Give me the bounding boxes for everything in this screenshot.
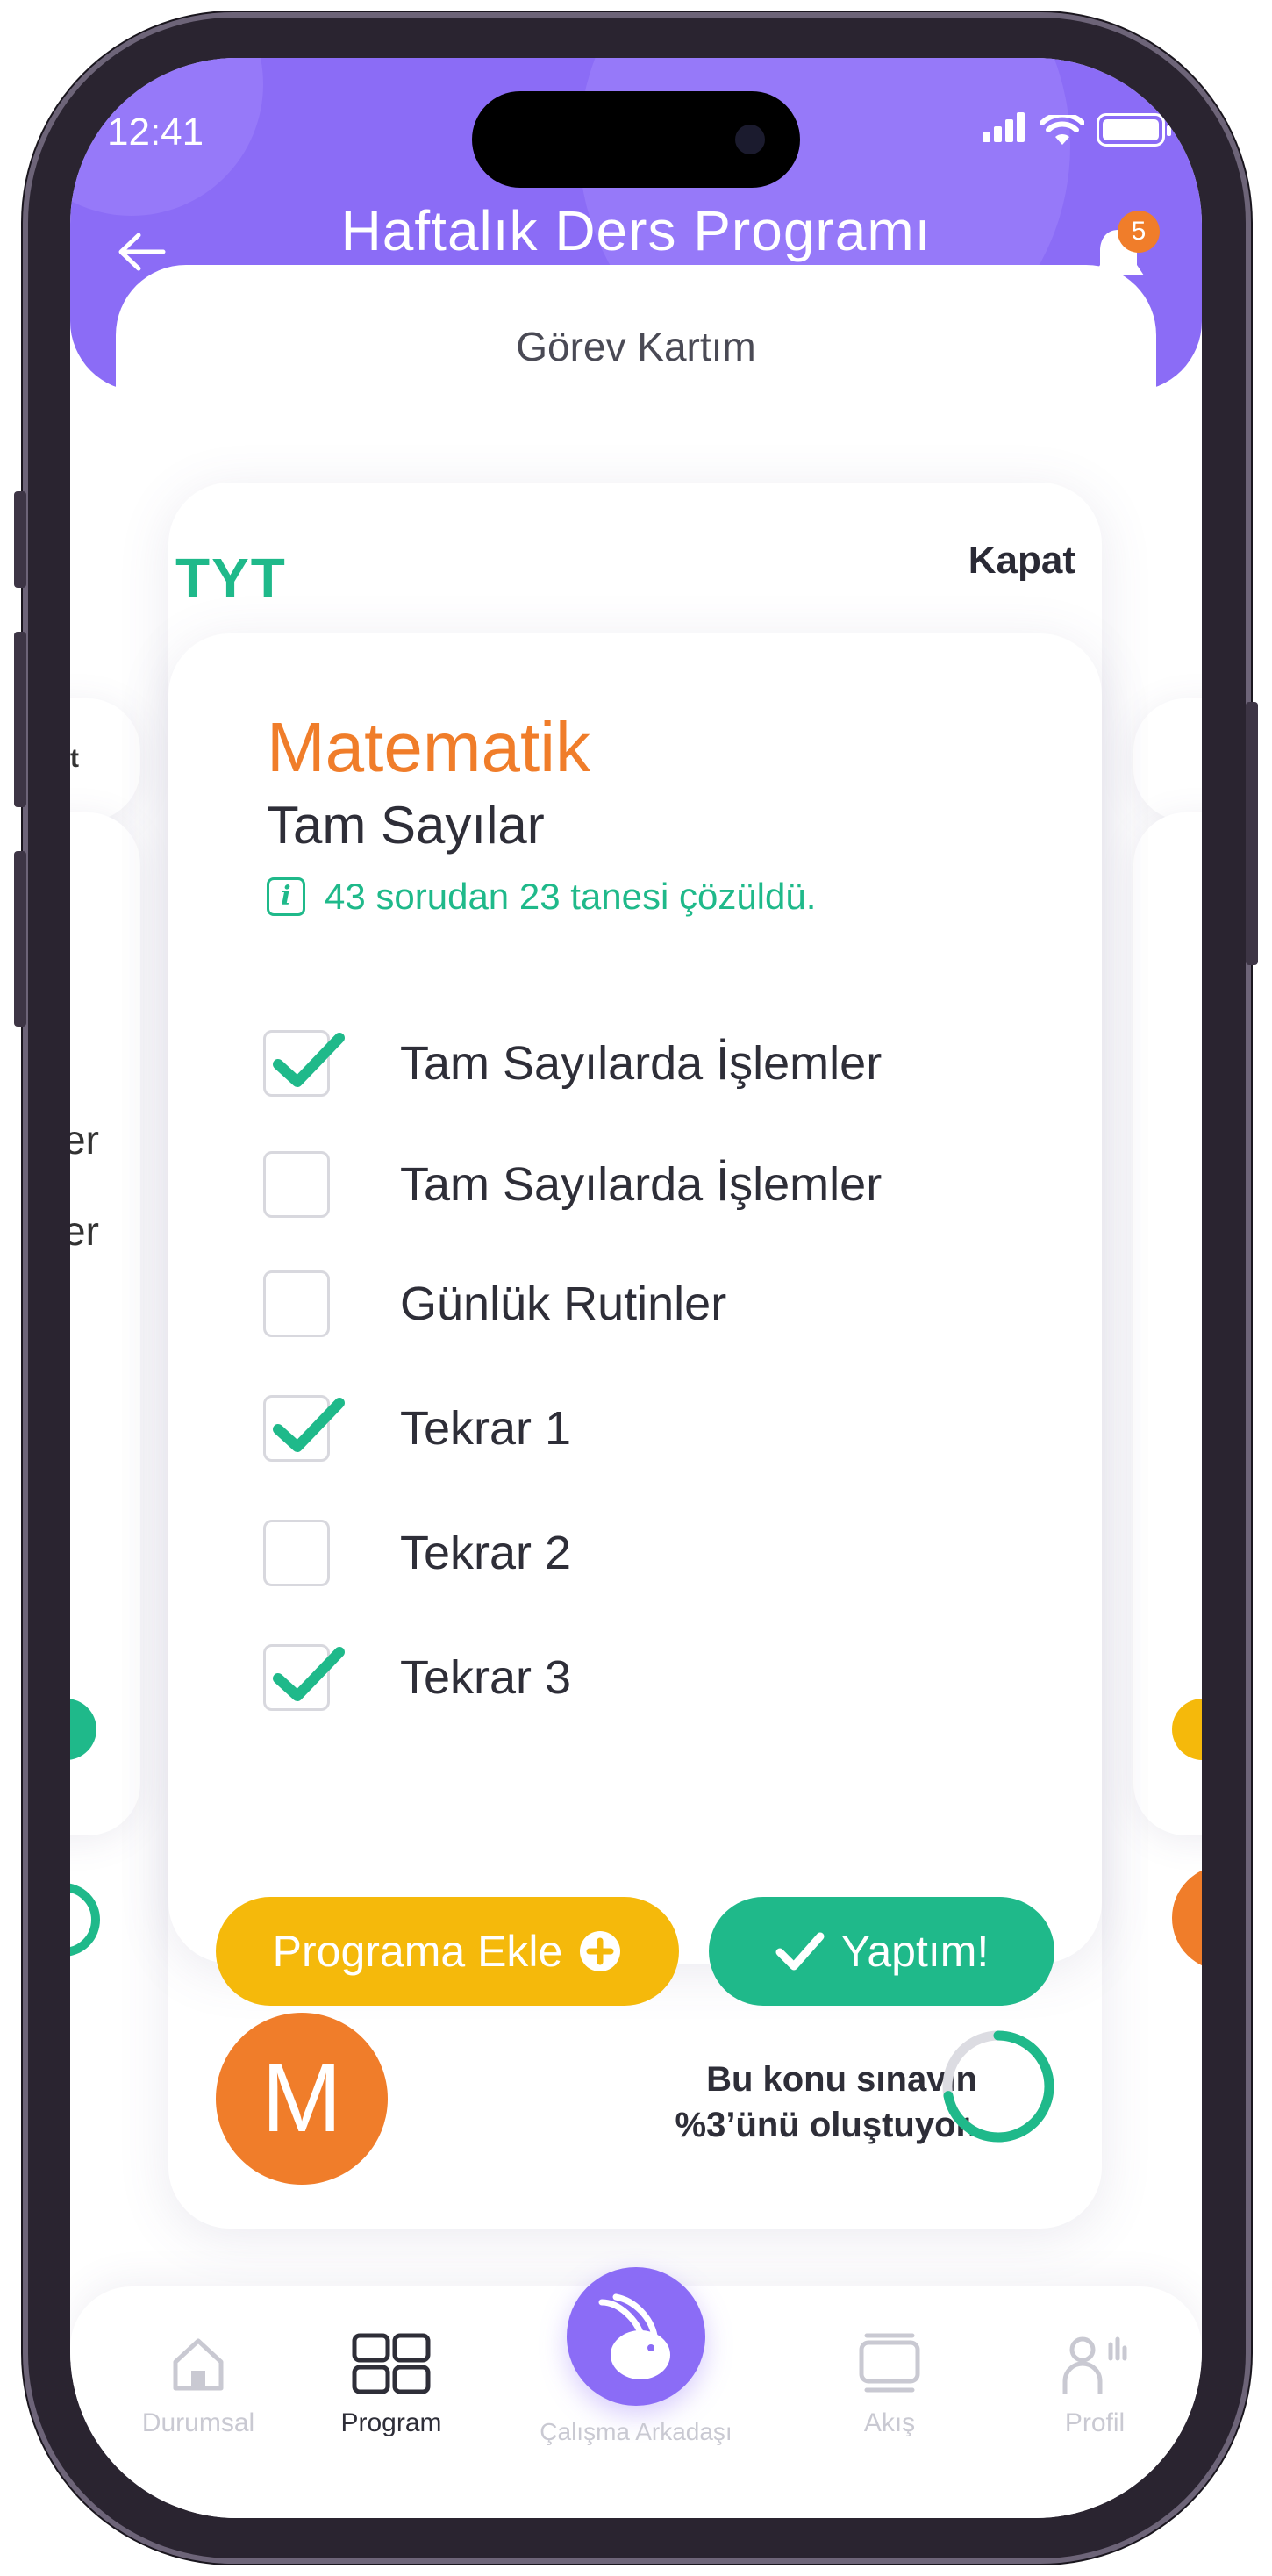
topic-title: Tam Sayılar — [267, 796, 545, 855]
task-item[interactable]: Tekrar 3 — [263, 1642, 571, 1713]
done-button[interactable]: Yaptım! — [709, 1897, 1054, 2006]
done-label: Yaptım! — [840, 1927, 990, 1976]
status-icons — [983, 112, 1171, 147]
page-title: Haftalık Ders Programı — [340, 199, 932, 262]
task-checkbox[interactable] — [263, 1520, 330, 1586]
profile-icon — [1062, 2336, 1127, 2394]
phone-side-button — [1246, 702, 1258, 965]
plus-circle-icon — [580, 1931, 621, 1971]
check-icon — [273, 1647, 345, 1701]
check-icon — [273, 1033, 345, 1087]
status-time: 12:41 — [107, 111, 204, 154]
progress-info-text: 43 sorudan 23 tanesi çözüldü. — [325, 876, 817, 917]
task-item[interactable]: Tekrar 2 — [263, 1518, 571, 1588]
task-label: Tekrar 1 — [400, 1402, 572, 1455]
task-item[interactable]: Günlük Rutinler — [263, 1269, 726, 1339]
exam-share-line: %3’ünü oluştuyor. — [675, 2106, 977, 2144]
task-item[interactable]: Tam Sayılarda İşlemler — [263, 1149, 882, 1220]
battery-icon — [1097, 113, 1171, 147]
side-card-text: t — [70, 744, 79, 773]
side-card-orange-dot — [1172, 1865, 1202, 1971]
task-checkbox[interactable] — [263, 1151, 330, 1218]
nav-label: Program — [340, 2408, 442, 2437]
task-label: Tekrar 2 — [400, 1527, 572, 1579]
dynamic-island — [472, 91, 800, 188]
exam-share-line: Bu konu sınavın — [706, 2060, 977, 2099]
task-item[interactable]: Tam Sayılarda İşlemler — [263, 1028, 882, 1098]
subject-avatar: M — [216, 2013, 388, 2185]
home-icon — [173, 2338, 224, 2391]
task-label: Tam Sayılarda İşlemler — [400, 1037, 883, 1090]
rabbit-icon — [598, 2293, 670, 2379]
side-card-right[interactable] — [1133, 812, 1202, 1835]
exam-label: TYT — [175, 547, 287, 610]
nav-item-program[interactable]: Program — [304, 2332, 479, 2438]
exam-share-ring — [942, 2030, 1054, 2143]
task-checkbox[interactable] — [263, 1270, 330, 1337]
nav-item-durumsal[interactable]: Durumsal — [111, 2332, 286, 2438]
side-card-text: er — [70, 1208, 99, 1254]
task-checkbox[interactable] — [263, 1030, 345, 1097]
nav-label: Durumsal — [141, 2408, 255, 2437]
nav-label: Profil — [1064, 2408, 1126, 2437]
nav-item-akis[interactable]: Akış — [802, 2332, 977, 2438]
wifi-icon — [1040, 115, 1084, 145]
close-button[interactable]: Kapat — [968, 539, 1075, 583]
task-label: Günlük Rutinler — [400, 1277, 727, 1330]
side-card-left-top[interactable] — [70, 698, 140, 821]
add-to-program-label: Programa Ekle — [272, 1927, 563, 1976]
grid-icon — [352, 2333, 431, 2394]
nav-item-profil[interactable]: Profil — [1007, 2332, 1183, 2438]
side-card-text: er — [70, 1117, 99, 1163]
info-icon: i — [267, 877, 305, 916]
nav-label-study-buddy[interactable]: Çalışma Arkadaşı — [526, 2418, 746, 2446]
signal-icon — [983, 112, 1028, 147]
subject-title: Matematik — [267, 708, 590, 786]
app-screen: 12:41 Haftalık Ders Programı 5 Görev Kar… — [70, 58, 1202, 2518]
check-icon — [775, 1932, 825, 1971]
check-icon — [273, 1398, 345, 1452]
cards-icon — [859, 2333, 920, 2393]
task-item[interactable]: Tekrar 1 — [263, 1393, 571, 1463]
notification-badge: 5 — [1118, 211, 1160, 253]
side-card-left[interactable] — [70, 812, 140, 1835]
nav-label: Akış — [863, 2408, 916, 2437]
exam-share-text: Bu konu sınavın %3’ünü oluştuyor. — [675, 2057, 977, 2148]
side-card-right-top[interactable] — [1133, 698, 1202, 821]
title-card: Görev Kartım — [116, 265, 1156, 476]
task-checkbox[interactable] — [263, 1644, 345, 1711]
task-label: Tam Sayılarda İşlemler — [400, 1158, 883, 1211]
phone-side-button — [14, 851, 26, 1027]
title-card-label: Görev Kartım — [516, 324, 756, 369]
add-to-program-button[interactable]: Programa Ekle — [216, 1897, 679, 2006]
phone-side-button — [14, 491, 26, 588]
study-buddy-button[interactable] — [567, 2267, 705, 2406]
side-card-ring — [70, 1883, 100, 1957]
task-label: Tekrar 3 — [400, 1651, 572, 1704]
task-checkbox[interactable] — [263, 1395, 345, 1462]
progress-info: i 43 sorudan 23 tanesi çözüldü. — [267, 876, 816, 918]
phone-side-button — [14, 632, 26, 807]
